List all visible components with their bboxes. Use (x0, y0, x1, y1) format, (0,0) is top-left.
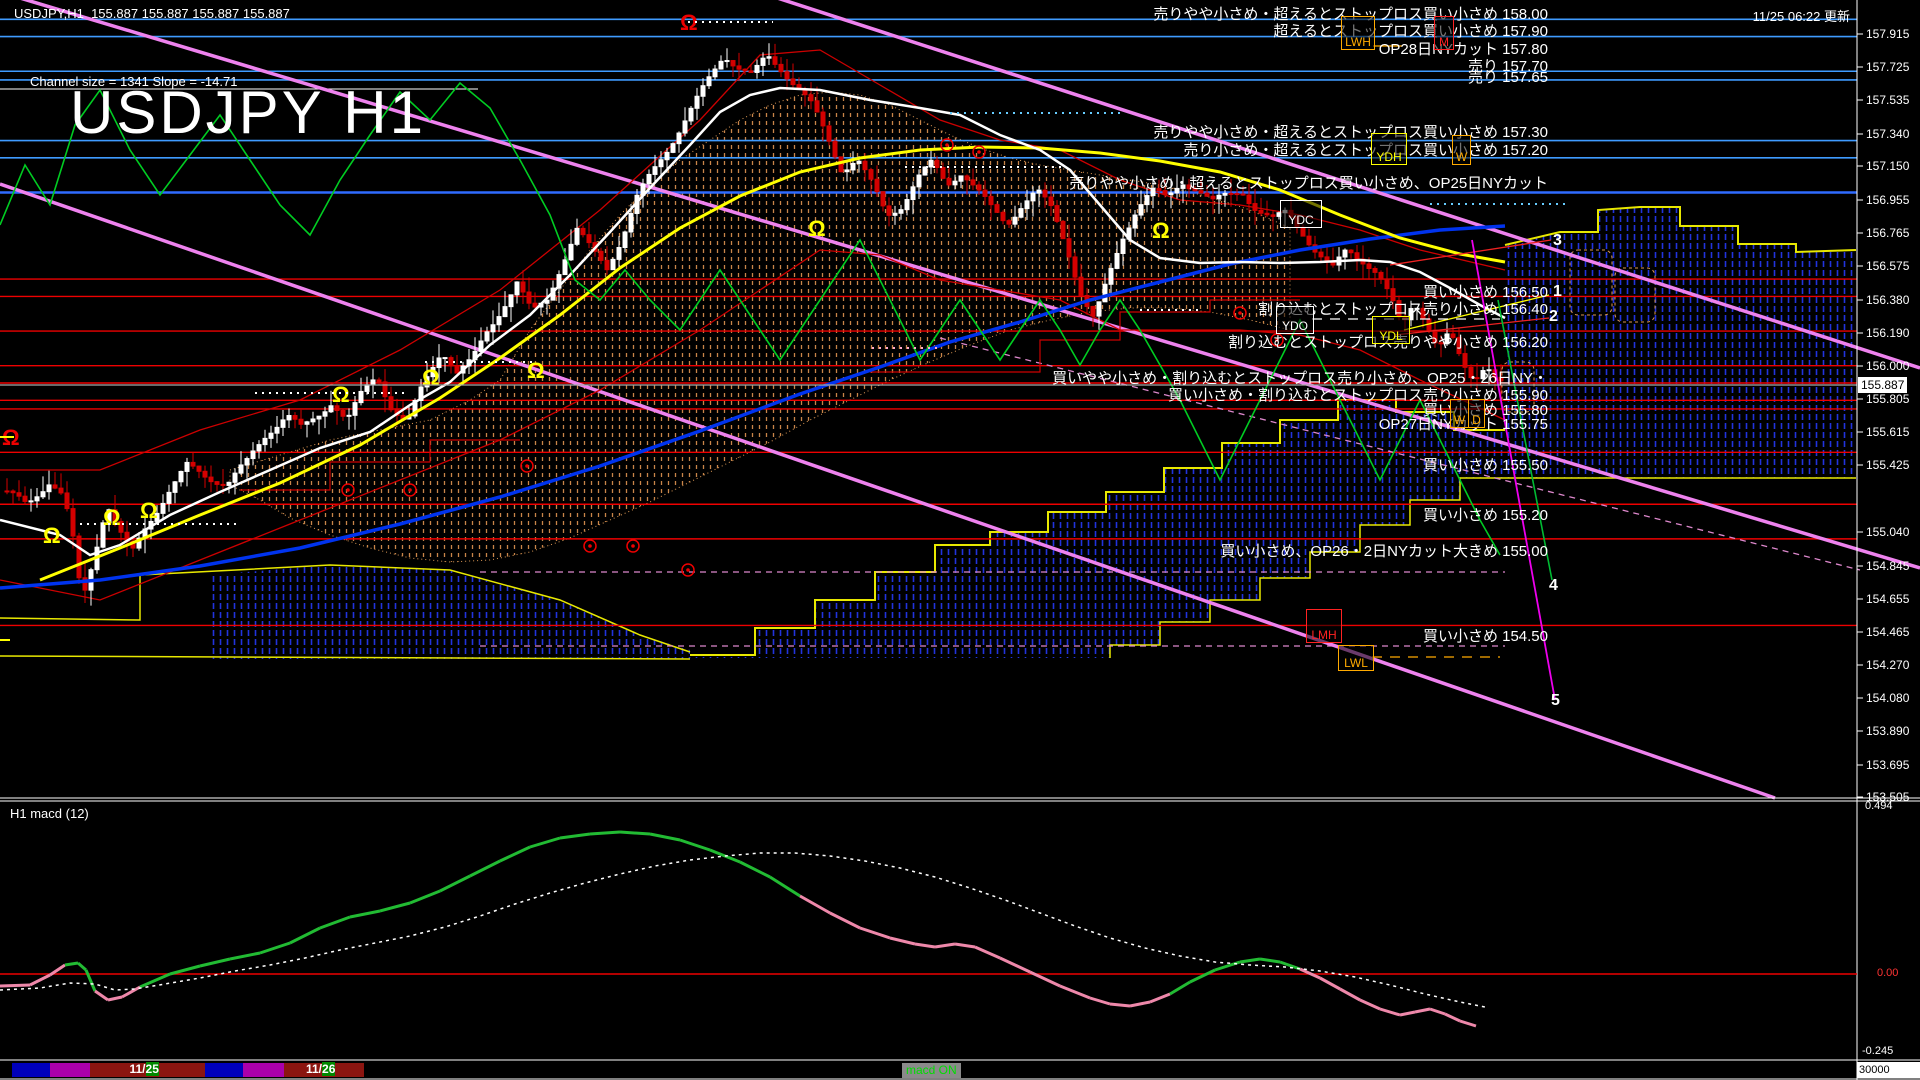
price-axis-label: 156.765 (1866, 226, 1910, 240)
order-note: 買い小さめ 155.20 (1422, 507, 1548, 524)
timeline-session[interactable] (12, 1063, 50, 1077)
timeline-session[interactable] (243, 1063, 284, 1077)
price-axis-label: 157.150 (1866, 159, 1910, 173)
level-marker-box-lmh[interactable]: LMH (1306, 609, 1342, 643)
price-axis-label: 157.340 (1866, 127, 1910, 141)
svg-text:Ω: Ω (1152, 218, 1170, 243)
macd-toggle-button[interactable]: macd ON (902, 1063, 961, 1078)
price-axis-label: 157.535 (1866, 93, 1910, 107)
price-axis-label: 157.915 (1866, 27, 1910, 41)
macd-axis-zero: 0.00 (1877, 967, 1899, 979)
order-note: 売り 157.65 (1467, 69, 1548, 86)
price-axis-label: 156.190 (1866, 326, 1910, 340)
timeline-date-label: 11/25 (129, 1062, 159, 1076)
price-axis-label: 153.695 (1866, 758, 1910, 772)
target-number-5: 5 (1551, 692, 1560, 709)
level-marker-box-m[interactable]: M (1434, 16, 1454, 50)
bar-count-box: 30000 (1857, 1062, 1920, 1078)
level-marker-box-ydl[interactable]: YDL (1372, 316, 1410, 344)
price-axis-label: 157.725 (1866, 60, 1910, 74)
target-number-2: 2 (1549, 308, 1558, 325)
svg-text:Ω: Ω (527, 358, 545, 383)
svg-text:Ω: Ω (103, 505, 121, 530)
level-marker-box-w[interactable]: W (1450, 399, 1469, 428)
price-axis-label: 154.465 (1866, 625, 1910, 639)
level-marker-box-d[interactable]: D (1468, 399, 1485, 428)
level-marker-box-ydc[interactable]: YDC (1280, 200, 1322, 228)
price-axis-label: 154.845 (1866, 559, 1910, 573)
svg-text:Ω: Ω (808, 216, 826, 241)
level-marker-box-lwl[interactable]: LWL (1338, 645, 1374, 671)
channel-info-label: Channel size = 1341 Slope = -14.71 (30, 74, 238, 89)
trading-terminal: ΩΩΩΩΩΩΩΩΩΩ USDJPY,H1 155.887 155.887 155… (0, 0, 1920, 1080)
macd-axis-top: 0.494 (1865, 800, 1893, 812)
svg-text:Ω: Ω (422, 365, 440, 390)
price-axis-label: 155.805 (1866, 392, 1910, 406)
order-note: 買い小さめ 154.50 (1422, 628, 1548, 645)
level-marker-box-lwh[interactable]: LWH (1341, 16, 1375, 50)
target-number-1: 1 (1553, 283, 1562, 300)
order-note: 買い小さめ 155.50 (1422, 457, 1548, 474)
svg-text:Ω: Ω (332, 382, 350, 407)
timeline-session[interactable] (50, 1063, 90, 1077)
timeline-date-label: 11/26 (306, 1062, 336, 1076)
price-axis-label: 156.000 (1866, 359, 1910, 373)
price-axis-label: 154.080 (1866, 691, 1910, 705)
price-chart-canvas[interactable]: ΩΩ ΩΩΩ ΩΩ ΩΩΩ (0, 0, 1920, 1080)
price-axis-label: 154.655 (1866, 592, 1910, 606)
price-axis-label: 154.270 (1866, 658, 1910, 672)
price-axis-label: 153.890 (1866, 724, 1910, 738)
svg-text:Ω: Ω (43, 523, 61, 548)
price-axis-label: 155.615 (1866, 425, 1910, 439)
order-note: 売りやや小さめ・超えるとストップロス買い小さめ、OP25日NYカット (1069, 175, 1548, 192)
timeline-session[interactable] (205, 1063, 243, 1077)
price-axis-label: 156.955 (1866, 193, 1910, 207)
macd-axis-bottom: -0.245 (1862, 1045, 1894, 1057)
level-marker-box-w[interactable]: W (1452, 135, 1471, 165)
macd-indicator-label: H1 macd (12) (10, 806, 89, 821)
svg-text:Ω: Ω (140, 498, 158, 523)
level-marker-box-ydo[interactable]: YDO (1276, 306, 1314, 334)
chart-title: USDJPY,H1 155.887 155.887 155.887 155.88… (14, 6, 290, 21)
current-price-box: 155.887 (1858, 377, 1908, 393)
price-axis-label: 156.380 (1866, 293, 1910, 307)
price-axis-label: 155.425 (1866, 458, 1910, 472)
updated-timestamp: 11/25 06:22 更新 (1752, 9, 1850, 24)
order-note: 買い小さめ、OP26・2日NYカット大きめ 155.00 (1220, 543, 1548, 560)
price-axis-label: 156.575 (1866, 259, 1910, 273)
price-axis-label: 155.040 (1866, 525, 1910, 539)
level-marker-box-ydh[interactable]: YDH (1371, 133, 1407, 165)
order-note: 売り小さめ・超えるとストップロス買い小さめ 157.20 (1183, 142, 1548, 159)
target-number-4: 4 (1549, 577, 1558, 594)
target-number-3: 3 (1553, 232, 1562, 249)
